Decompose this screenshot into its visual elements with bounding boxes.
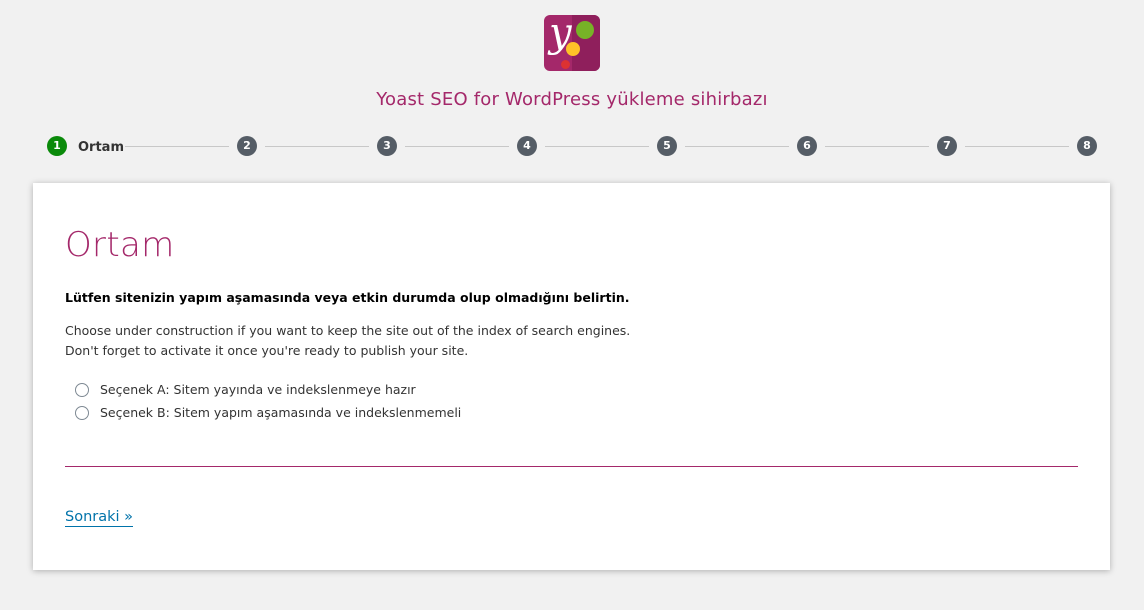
step-4-button[interactable]: 4 bbox=[517, 136, 537, 156]
divider bbox=[65, 466, 1078, 467]
radio-circle-icon[interactable] bbox=[75, 405, 89, 420]
option-a-label: Seçenek A: Sitem yayında ve indekslenmey… bbox=[100, 382, 416, 397]
next-button[interactable]: Sonraki » bbox=[65, 509, 134, 527]
step-2-button[interactable]: 2 bbox=[237, 136, 257, 156]
yoast-logo-icon: y bbox=[544, 15, 600, 71]
page-title: Ortam bbox=[65, 225, 175, 265]
step-7-button[interactable]: 7 bbox=[937, 136, 957, 156]
question-text: Lütfen sitenizin yapım aşamasında veya e… bbox=[65, 290, 630, 305]
step-connector bbox=[405, 146, 509, 147]
description-text: Choose under construction if you want to… bbox=[65, 321, 630, 361]
step-1-button[interactable]: 1 Ortam bbox=[47, 136, 124, 156]
step-connector bbox=[265, 146, 369, 147]
step-connector bbox=[685, 146, 789, 147]
step-8-button[interactable]: 8 bbox=[1077, 136, 1097, 156]
step-connector bbox=[545, 146, 649, 147]
wizard-title: Yoast SEO for WordPress yükleme sihirbaz… bbox=[376, 89, 768, 110]
radio-circle-icon[interactable] bbox=[75, 382, 89, 397]
step-3-button[interactable]: 3 bbox=[377, 136, 397, 156]
option-b-radio[interactable]: Seçenek B: Sitem yapım aşamasında ve ind… bbox=[75, 405, 461, 420]
step-connector bbox=[965, 146, 1069, 147]
step-1-label: Ortam bbox=[78, 140, 124, 155]
description-line-1: Choose under construction if you want to… bbox=[65, 323, 631, 338]
step-connector bbox=[825, 146, 929, 147]
option-b-label: Seçenek B: Sitem yapım aşamasında ve ind… bbox=[100, 405, 462, 420]
step-6-button[interactable]: 6 bbox=[797, 136, 817, 156]
step-5-button[interactable]: 5 bbox=[657, 136, 677, 156]
step-progress: 1 Ortam 2 3 4 5 6 7 8 bbox=[47, 136, 1098, 156]
description-line-2: Don't forget to activate it once you're … bbox=[65, 343, 469, 358]
step-connector bbox=[125, 146, 229, 147]
wizard-panel: Ortam Lütfen sitenizin yapım aşamasında … bbox=[33, 183, 1110, 570]
option-a-radio[interactable]: Seçenek A: Sitem yayında ve indekslenmey… bbox=[75, 382, 416, 397]
